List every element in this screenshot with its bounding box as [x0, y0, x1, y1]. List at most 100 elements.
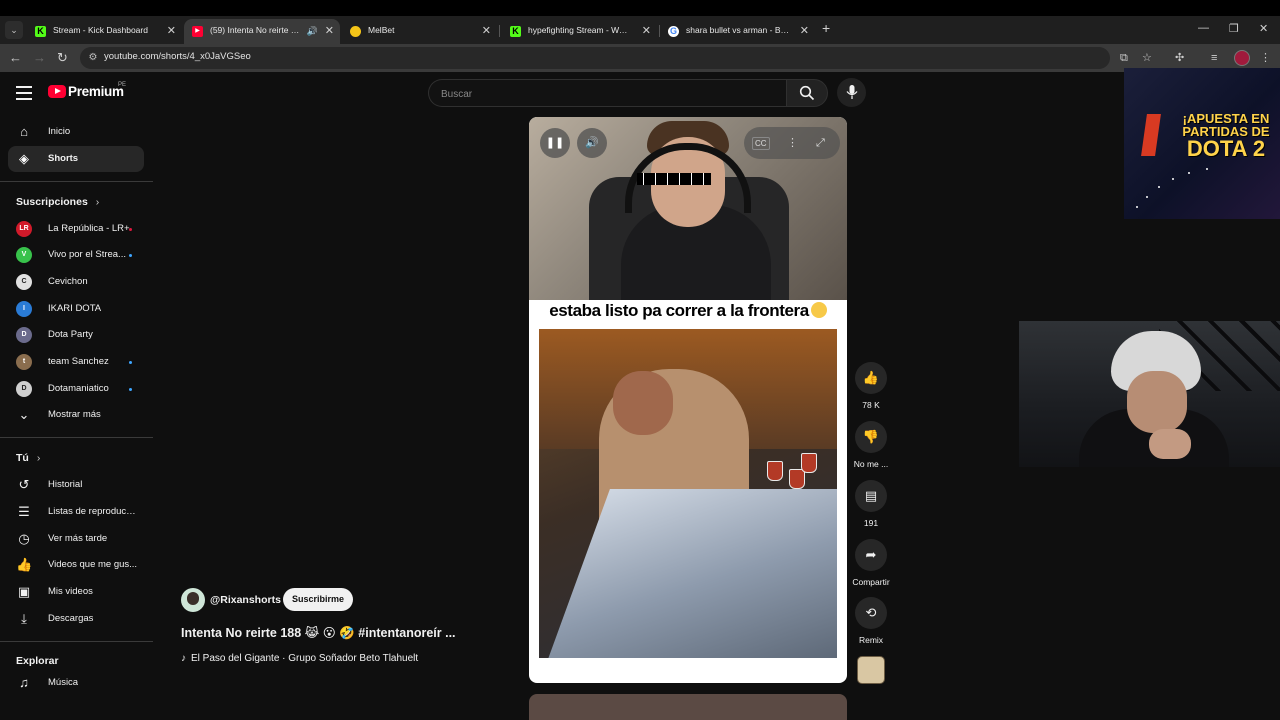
url-text[interactable]: youtube.com/shorts/4_x0JaVGSeo: [104, 51, 251, 62]
close-icon[interactable]: ✕: [325, 24, 334, 38]
thumbs-up-icon: 👍: [16, 557, 33, 572]
audio-playing-icon[interactable]: 🔊: [307, 24, 318, 38]
sidebar-item-my-videos[interactable]: ▣ Mis videos: [8, 579, 144, 605]
history-icon: ↺: [18, 477, 30, 492]
sidebar-item-label: La República - LR+: [48, 223, 130, 234]
extensions-icon[interactable]: ✣: [1175, 51, 1184, 65]
channel-avatar: I: [16, 301, 32, 317]
remix-button[interactable]: ⟲ Remix: [850, 597, 892, 645]
short-video-player[interactable]: ❚❚ 🔊 CC ⋮ ⤢ estaba listo pa correr a la …: [529, 117, 847, 683]
music-info[interactable]: ♪ El Paso del Gigante · Grupo Soñador Bet…: [181, 653, 418, 664]
thumbs-up-icon[interactable]: 👍: [855, 362, 887, 394]
logo-text: Premium: [68, 84, 124, 99]
bookmark-star-icon[interactable]: ☆: [1142, 51, 1152, 65]
profile-avatar[interactable]: [1234, 50, 1250, 66]
sidebar-item-shorts[interactable]: ◈ Shorts: [8, 146, 144, 172]
promo-text: ¡APUESTA EN PARTIDAS DE DOTA 2: [1174, 112, 1278, 160]
reload-icon[interactable]: ↻: [57, 50, 68, 66]
sidebar-item-show-more[interactable]: ⌄ Mostrar más: [8, 402, 144, 428]
omnibox[interactable]: ⚙ youtube.com/shorts/4_x0JaVGSeo: [80, 47, 1110, 69]
man-head: [613, 371, 673, 435]
sidebar-item-liked-videos[interactable]: 👍 Videos que me gus...: [8, 552, 144, 578]
pause-button[interactable]: ❚❚: [540, 128, 570, 158]
tab-google-search[interactable]: G shara bullet vs arman - Buscar c ✕: [660, 19, 815, 44]
music-icon: ♫: [19, 675, 29, 690]
comment-icon[interactable]: ▤: [855, 480, 887, 512]
site-info-icon[interactable]: ⚙: [86, 51, 100, 65]
sidebar-item-subscription[interactable]: V Vivo por el Strea...: [8, 242, 144, 268]
new-tab-button[interactable]: +: [822, 20, 830, 36]
tab-hypefighting[interactable]: K hypefighting Stream - Watch Li ✕: [502, 19, 657, 44]
sidebar-item-subscription[interactable]: C Cevichon: [8, 269, 144, 295]
channel-name[interactable]: @Rixanshorts: [210, 594, 281, 606]
tab-search-button[interactable]: ⌄: [5, 21, 23, 39]
sparkle: [1136, 206, 1138, 208]
window-close-button[interactable]: ✕: [1259, 22, 1268, 35]
sidebar-item-label: Mostrar más: [48, 409, 101, 420]
subscribe-button[interactable]: Suscribirme: [283, 588, 353, 611]
captions-icon[interactable]: CC: [752, 137, 770, 150]
betting-promo-overlay: ¡APUESTA EN PARTIDAS DE DOTA 2: [1124, 68, 1280, 219]
thumbs-down-icon[interactable]: 👎: [855, 421, 887, 453]
metal-table: [548, 489, 837, 658]
hamburger-menu-icon[interactable]: [16, 86, 32, 104]
more-options-icon[interactable]: ⋮: [787, 135, 798, 151]
kick-icon: K: [35, 26, 46, 37]
voice-search-button[interactable]: [837, 78, 866, 107]
tea-glass: [801, 453, 817, 473]
sparkle: [1146, 196, 1148, 198]
microphone-icon: [846, 85, 858, 99]
close-icon[interactable]: ✕: [642, 24, 651, 38]
sidebar-item-subscription[interactable]: D Dotamaniatico: [8, 376, 144, 402]
you-heading[interactable]: Tú ›: [16, 452, 40, 464]
download-icon: ⤓: [21, 611, 27, 626]
comments-button[interactable]: ▤ 191: [850, 480, 892, 528]
chevron-down-icon: ⌄: [18, 407, 30, 422]
share-button[interactable]: ➦ Compartir: [850, 539, 892, 587]
shorts-icon: ◈: [19, 151, 29, 166]
forward-icon[interactable]: →: [33, 50, 46, 66]
sidebar-item-label: Inicio: [48, 126, 71, 137]
sidebar-item-subscription[interactable]: I IKARI DOTA: [8, 296, 144, 322]
video-clip: [539, 329, 837, 658]
fullscreen-icon[interactable]: ⤢: [816, 135, 825, 151]
sidebar-item-historial[interactable]: ↺ Historial: [8, 472, 144, 498]
sidebar-item-inicio[interactable]: ⌂ Inicio: [8, 119, 144, 145]
search-button[interactable]: [786, 79, 828, 107]
subscriptions-heading[interactable]: Suscripciones ›: [16, 196, 99, 208]
like-button[interactable]: 👍 78 K: [850, 362, 892, 410]
install-app-icon[interactable]: ⧉: [1120, 51, 1128, 65]
sidebar-item-label: Listas de reproducc...: [48, 506, 138, 517]
sparkle: [1188, 172, 1190, 174]
sidebar-item-downloads[interactable]: ⤓ Descargas: [8, 606, 144, 632]
close-icon[interactable]: ✕: [800, 24, 809, 38]
search-input[interactable]: [439, 85, 773, 103]
browser-menu-icon[interactable]: ⋮: [1260, 51, 1271, 65]
close-icon[interactable]: ✕: [167, 24, 176, 38]
sidebar-item-playlists[interactable]: ☰ Listas de reproducc...: [8, 499, 144, 525]
back-icon[interactable]: ←: [9, 50, 22, 66]
sidebar-item-subscription[interactable]: D Dota Party: [8, 322, 144, 348]
close-icon[interactable]: ✕: [482, 24, 491, 38]
sidebar-item-label: Dotamaniatico: [48, 383, 109, 394]
channel-avatar[interactable]: [181, 588, 205, 612]
tab-kick-dashboard[interactable]: K Stream - Kick Dashboard ✕: [27, 19, 182, 44]
tab-youtube-short[interactable]: ▶ (59) Intenta No reirte 188😹 🔊 ✕: [184, 19, 340, 44]
dislike-button[interactable]: 👎 No me ...: [850, 421, 892, 469]
minimize-button[interactable]: —: [1198, 22, 1209, 34]
dislike-label: No me ...: [853, 459, 889, 469]
sidebar-item-subscription[interactable]: t team Sanchez: [8, 349, 144, 375]
audio-source-thumbnail[interactable]: [857, 656, 885, 684]
remix-icon[interactable]: ⟲: [855, 597, 887, 629]
tab-melbet[interactable]: MelBet ✕: [342, 19, 497, 44]
share-icon[interactable]: ➦: [855, 539, 887, 571]
sidebar-item-subscription[interactable]: LR La República - LR+: [8, 216, 144, 242]
next-short-preview[interactable]: [529, 694, 847, 720]
restore-button[interactable]: ❐: [1229, 22, 1239, 35]
sidebar-item-watch-later[interactable]: ◷ Ver más tarde: [8, 526, 144, 552]
media-control-icon[interactable]: ≡: [1211, 51, 1217, 65]
volume-button[interactable]: 🔊: [577, 128, 607, 158]
top-strip: [0, 0, 1280, 16]
sidebar-item-musica[interactable]: ♫ Música: [8, 670, 144, 696]
video-title[interactable]: Intenta No reirte 188 😹 😮 🤣 #intentanore…: [181, 625, 481, 641]
